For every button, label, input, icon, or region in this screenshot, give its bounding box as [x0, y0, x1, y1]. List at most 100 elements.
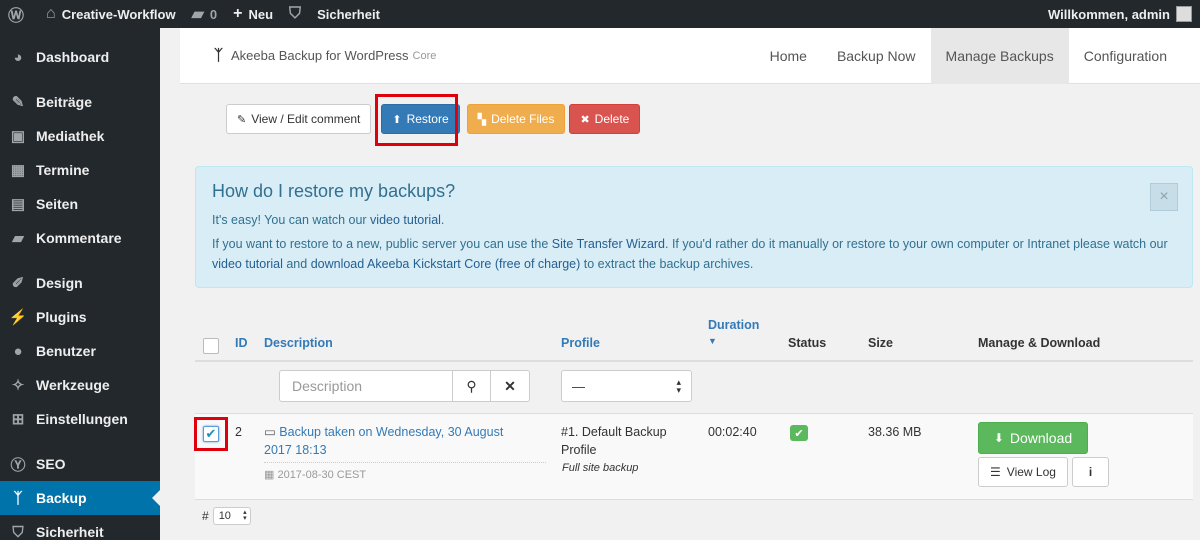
profile-filter-value: — [572, 378, 585, 394]
admin-bar: Ⓦ ⌂ Creative-Workflow ▰ 0 + Neu ⛉ Sicherheit… [0, 0, 1200, 28]
table-header: ID Description Profile Duration ▼ Status… [195, 314, 1193, 362]
pages-icon: ▤ [10, 196, 26, 213]
alert-title: How do I restore my backups? [212, 181, 456, 201]
sidebar-item-kommentare[interactable]: ▰ Kommentare [0, 221, 160, 255]
greeting-label: Willkommen, admin [1048, 6, 1170, 22]
akeeba-logo-icon: ᛉ [214, 47, 224, 64]
limit-select[interactable]: 10 ▴ ▾ [212, 507, 251, 525]
sidebar-item-seiten[interactable]: ▤ Seiten [0, 187, 160, 221]
nav-links: Home Backup Now Manage Backups Configura… [755, 27, 1182, 84]
delete-button[interactable]: ✖ Delete [569, 104, 641, 134]
select-arrows-icon: ▴ ▾ [243, 509, 247, 522]
dashboard-icon: ◕ [13, 48, 23, 66]
nav-home[interactable]: Home [755, 28, 822, 84]
edit-comment-button[interactable]: ✎ View / Edit comment [226, 104, 372, 134]
search-button[interactable]: ⚲ [452, 370, 491, 402]
sidebar-item-termine[interactable]: ▦ Termine [0, 153, 160, 187]
sidebar-item-beitraege[interactable]: ✎ Beiträge [0, 85, 160, 119]
sidebar-item-mediathek[interactable]: ▣ Mediathek [0, 119, 160, 153]
security-link[interactable]: ⛉ Sicherheit [281, 0, 388, 28]
row-checkbox-highlight [194, 417, 228, 451]
nav-manage-backups[interactable]: Manage Backups [930, 27, 1069, 84]
header-id[interactable]: ID [235, 336, 248, 350]
header-duration[interactable]: Duration [708, 318, 759, 332]
restore-highlight [375, 94, 458, 146]
row-size: 38.36 MB [868, 425, 922, 439]
profile-filter-select[interactable]: — ▴ ▾ [561, 370, 692, 402]
download-icon: ⬇ [993, 431, 1004, 445]
delete-circle-icon: ✖ [580, 113, 590, 126]
backups-table: ID Description Profile Duration ▼ Status… [194, 314, 1193, 500]
new-content-link[interactable]: + Neu [225, 0, 281, 28]
row-profile-type: Full site backup [562, 462, 639, 474]
sidebar-item-dashboard[interactable]: ◕ Dashboard [0, 40, 160, 74]
close-icon: ✕ [504, 377, 516, 394]
description-filter-input[interactable]: Description [279, 370, 453, 402]
sidebar-item-sicherheit[interactable]: ⛉ Sicherheit [0, 515, 160, 540]
sidebar-item-label: Beiträge [36, 94, 93, 110]
filter-row: Description ⚲ ✕ — ▴ ▾ [195, 362, 1193, 414]
clear-filter-button[interactable]: ✕ [490, 370, 530, 402]
view-log-button[interactable]: ☰ View Log [978, 457, 1068, 487]
file-delete-icon: ▚ [477, 113, 487, 126]
info-icon: i [1088, 465, 1093, 479]
status-ok-icon: ✔ [790, 425, 808, 441]
user-icon: ● [13, 342, 23, 360]
wordpress-logo-button[interactable]: Ⓦ [0, 0, 38, 28]
sidebar-item-label: Plugins [36, 309, 87, 325]
video-tutorial-link-2[interactable]: video tutorial [212, 257, 283, 271]
alert-text: to extract the backup archives. [580, 257, 754, 271]
sidebar-item-label: Kommentare [36, 230, 122, 246]
list-icon: ☰ [990, 465, 1001, 479]
site-name-label: Creative-Workflow [61, 6, 176, 22]
main-content: ᛉ Akeeba Backup for WordPress Core Home … [180, 27, 1200, 540]
site-transfer-wizard-link[interactable]: Site Transfer Wizard [552, 237, 665, 251]
alert-text: If you want to restore to a new, public … [212, 237, 552, 251]
comment-bubble-icon: ▰ [191, 6, 204, 23]
plus-icon: + [233, 5, 243, 22]
download-kickstart-link[interactable]: download Akeeba Kickstart Core (free of … [311, 257, 581, 271]
sidebar-item-label: Design [36, 275, 83, 291]
select-arrows-icon: ▴ ▾ [676, 377, 681, 395]
site-name-link[interactable]: ⌂ Creative-Workflow [38, 0, 184, 28]
video-tutorial-link[interactable]: video tutorial [370, 213, 441, 227]
alert-text: and [282, 257, 311, 271]
sidebar-item-label: Dashboard [36, 49, 110, 65]
account-menu[interactable]: Willkommen, admin [1048, 6, 1200, 22]
info-button[interactable]: i [1072, 457, 1109, 487]
sidebar-item-seo[interactable]: Ⓨ SEO [0, 447, 160, 481]
brand-label: Akeeba Backup for WordPress [231, 48, 409, 63]
monitor-icon: ▭ [264, 425, 280, 439]
shield-icon: ⛉ [289, 5, 302, 22]
header-profile[interactable]: Profile [561, 336, 600, 350]
delete-files-button[interactable]: ▚ Delete Files [466, 104, 566, 134]
backup-description-link[interactable]: Backup taken on Wednesday, 30 August 201… [264, 425, 503, 457]
shield-icon: ⛉ [12, 523, 24, 540]
restore-help-alert: How do I restore my backups? It's easy! … [195, 166, 1193, 288]
pin-icon: ✎ [11, 94, 25, 111]
sidebar-item-benutzer[interactable]: ● Benutzer [0, 334, 160, 368]
admin-sidebar: ◕ Dashboard ✎ Beiträge ▣ Mediathek ▦ Termine… [0, 28, 160, 540]
comments-link[interactable]: ▰ 0 [184, 0, 226, 28]
alert-text: It's easy! You can watch our [212, 213, 371, 227]
header-description[interactable]: Description [264, 336, 333, 350]
download-button[interactable]: ⬇ Download [978, 422, 1088, 454]
sidebar-item-label: Benutzer [36, 343, 96, 359]
search-icon: ⚲ [466, 377, 477, 394]
download-label: Download [1009, 430, 1073, 446]
nav-backup-now[interactable]: Backup Now [822, 28, 931, 84]
comments-count: 0 [209, 6, 218, 22]
akeeba-navbar: ᛉ Akeeba Backup for WordPress Core Home … [180, 27, 1200, 84]
sidebar-item-design[interactable]: ✐ Design [0, 266, 160, 300]
sidebar-item-label: SEO [36, 456, 66, 472]
calendar-icon: ▦ [10, 162, 26, 179]
sidebar-item-einstellungen[interactable]: ⊞ Einstellungen [0, 402, 160, 436]
sidebar-item-backup[interactable]: ᛉ Backup [0, 481, 160, 515]
sort-desc-icon[interactable]: ▼ [708, 336, 717, 346]
sidebar-item-plugins[interactable]: ⚡ Plugins [0, 300, 160, 334]
sidebar-item-werkzeuge[interactable]: ✧ Werkzeuge [0, 368, 160, 402]
close-icon[interactable]: × [1150, 183, 1178, 211]
akeeba-brand[interactable]: ᛉ Akeeba Backup for WordPress Core [180, 47, 436, 64]
select-all-checkbox[interactable] [203, 338, 219, 354]
nav-configuration[interactable]: Configuration [1069, 28, 1182, 84]
